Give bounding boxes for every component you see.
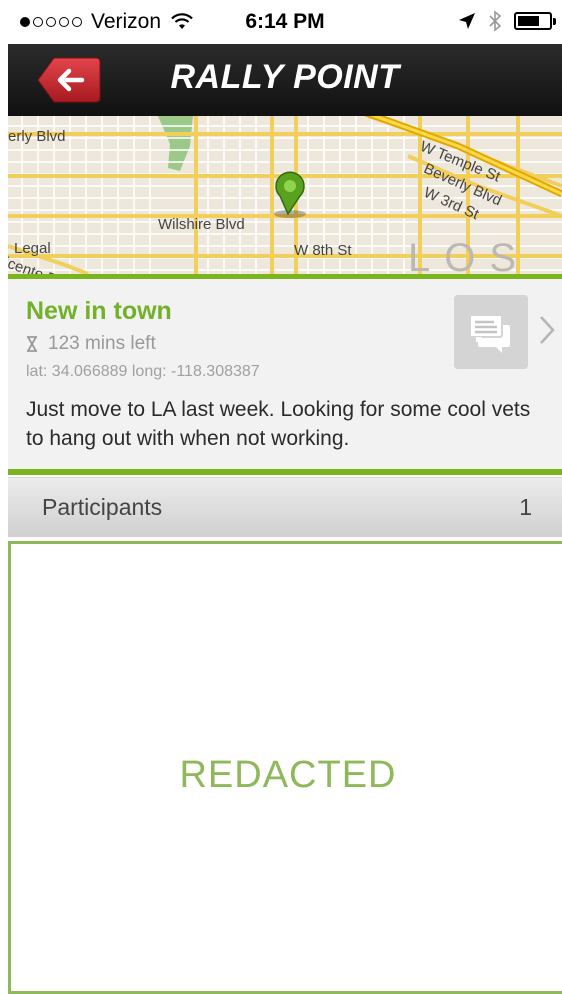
- divider: [8, 469, 562, 475]
- nav-bar: RALLY POINT: [8, 44, 562, 116]
- page-title: RALLY POINT: [170, 58, 400, 96]
- rally-title: New in town: [26, 297, 172, 325]
- battery-icon: [514, 12, 556, 30]
- coordinates: lat: 34.066889 long: -118.308387: [26, 363, 260, 380]
- map-label: W 8th St: [294, 242, 352, 259]
- map-view[interactable]: erly Blvd W Temple St Beverly Blvd W 3rd…: [8, 116, 562, 274]
- participants-label: Participants: [42, 494, 163, 520]
- map-label: erly Blvd: [8, 128, 66, 145]
- rally-info-card: New in town 123 mins left lat: 34.066889…: [8, 279, 562, 469]
- bluetooth-icon: [489, 10, 502, 32]
- redacted-region: REDACTED: [8, 541, 562, 994]
- chat-bubble-icon: [469, 314, 510, 353]
- location-arrow-icon: [459, 13, 475, 29]
- rally-description: Just move to LA last week. Looking for s…: [26, 398, 531, 450]
- redacted-label: REDACTED: [179, 754, 397, 796]
- time-left-text: 123 mins left: [48, 333, 156, 354]
- hourglass-icon: [27, 336, 37, 352]
- map-label: Wilshire Blvd: [158, 216, 245, 233]
- participants-header[interactable]: Participants 1: [8, 477, 562, 537]
- map-label: Legal: [14, 240, 51, 257]
- map-city-label: LOS AN: [408, 236, 531, 274]
- time-left: 123 mins left: [26, 333, 156, 355]
- chevron-right-icon[interactable]: [538, 315, 556, 345]
- status-right: [458, 10, 556, 32]
- status-bar: Verizon 6:14 PM: [8, 0, 562, 44]
- participants-count: 1: [519, 494, 532, 520]
- chat-button[interactable]: [454, 295, 528, 369]
